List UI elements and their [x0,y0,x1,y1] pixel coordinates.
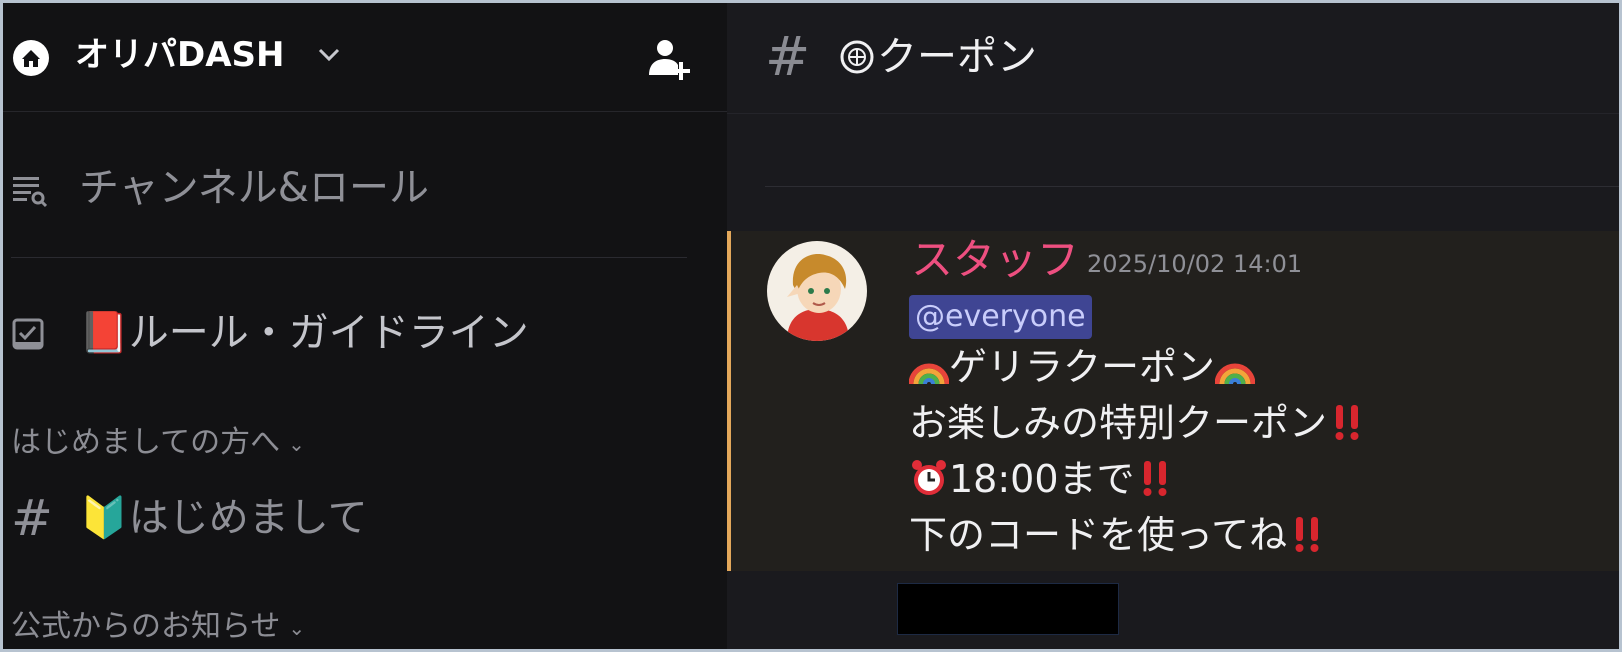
category-label: 公式からのお知らせ [11,609,281,644]
channel-view: # クーポン スタッフ 2025/10/02 14:01 @everyone ゲ… [727,3,1619,649]
rainbow-icon [909,363,949,385]
divider [11,257,687,258]
double-exclamation-icon [1143,461,1167,496]
chevron-down-icon: ⌄ [288,431,305,456]
channel-name: クーポン [877,34,1037,80]
sidebar-item-hajimemashite[interactable]: # 🔰はじめまして [3,488,727,548]
sidebar-item-channels-roles[interactable]: チャンネル&ロール [3,158,727,218]
category-hajimemashite[interactable]: はじめましての方へ ⌄ [11,423,305,464]
message-line: 下のコードを使ってね [909,511,1327,559]
home-icon [13,40,49,76]
double-exclamation-icon [1335,405,1359,440]
message-item[interactable]: スタッフ 2025/10/02 14:01 @everyone ゲリラクーポン … [727,231,1619,571]
mention-everyone[interactable]: @everyone [909,295,1092,339]
sidebar-item-rules[interactable]: 📕ルール・ガイドライン [3,303,727,363]
sidebar-item-label: 📕ルール・ガイドライン [79,310,529,356]
server-header[interactable]: オリパDASH [3,3,727,112]
divider [765,186,1619,187]
message-author[interactable]: スタッフ [911,233,1079,287]
message-line: ゲリラクーポン [909,343,1256,391]
hash-icon: # [765,25,811,88]
alarm-clock-icon [912,460,946,495]
sidebar-item-label: チャンネル&ロール [79,165,429,211]
message-text: 18:00まで [949,457,1135,501]
double-exclamation-icon [1295,517,1319,552]
channel-browse-icon [13,177,47,208]
redacted-code-block [897,583,1119,635]
avatar[interactable] [767,241,867,341]
sidebar-item-label: 🔰はじめまして [79,495,368,541]
message-timestamp: 2025/10/02 14:01 [1087,250,1303,278]
chevron-down-icon: ⌄ [288,615,306,640]
avatar-image [767,241,867,341]
message-line: 18:00まで [909,455,1175,503]
message-text: 下のコードを使ってね [909,513,1288,557]
secret-emoji-icon [840,40,874,74]
server-sidebar: オリパDASH チャンネル&ロール 📕ルール・ガイドライン はじめましての方へ … [3,3,727,649]
rainbow-icon [1215,363,1256,385]
chevron-down-icon[interactable] [317,47,341,63]
app-window: オリパDASH チャンネル&ロール 📕ルール・ガイドライン はじめましての方へ … [3,3,1619,649]
rules-channel-icon [12,318,44,350]
server-name[interactable]: オリパDASH [75,31,284,79]
channel-header: # クーポン [727,3,1619,114]
category-label: はじめましての方へ [11,425,281,460]
message-line: お楽しみの特別クーポン [909,399,1367,447]
add-member-icon[interactable] [643,35,693,83]
category-official-news[interactable]: 公式からのお知らせ ⌄ [11,607,305,648]
message-text: ゲリラクーポン [949,345,1216,389]
hash-icon: # [11,489,53,547]
message-text: お楽しみの特別クーポン [909,401,1328,445]
